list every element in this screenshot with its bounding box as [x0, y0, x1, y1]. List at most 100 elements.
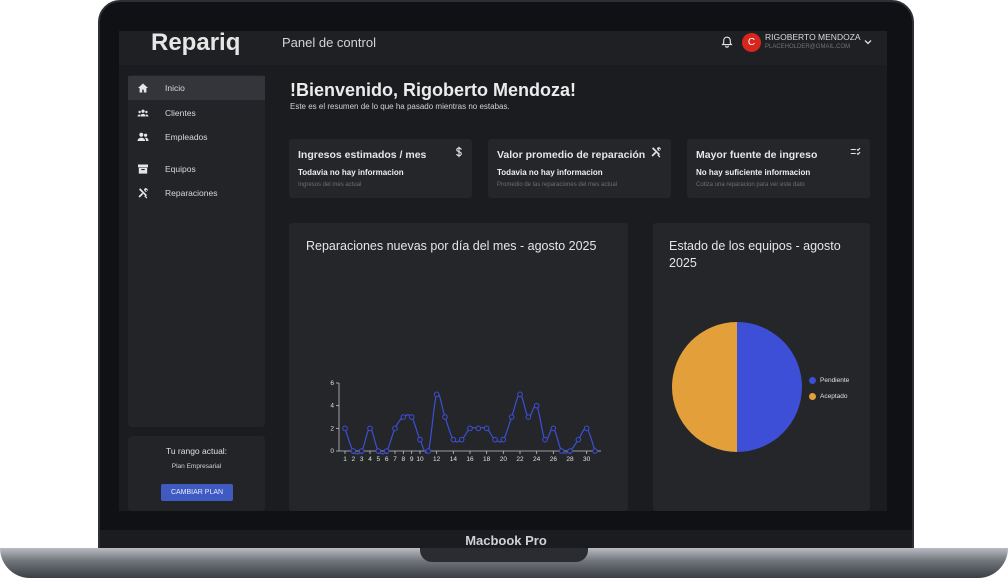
pie-slice-aceptado[interactable]: [672, 322, 737, 452]
legend-swatch-aceptado: [809, 393, 816, 400]
data-point[interactable]: [375, 448, 382, 454]
x-tick-label: 18: [483, 456, 491, 463]
card-value: Todavia no hay informacion: [497, 168, 603, 177]
pie-slice-pendiente[interactable]: [737, 322, 802, 452]
card-desc: Cotiza una reparacion para ver este dato: [696, 182, 805, 188]
employees-icon: [137, 132, 149, 141]
card-value: No hay suficiente informacion: [696, 168, 811, 177]
x-tick-label: 5: [377, 456, 381, 463]
user-name[interactable]: RIGOBERTO MENDOZA: [765, 32, 861, 42]
y-tick-label: 0: [330, 448, 334, 455]
y-tick-label: 2: [330, 425, 334, 432]
chevron-down-icon[interactable]: [863, 38, 873, 46]
avatar[interactable]: C: [742, 33, 761, 52]
legend-swatch-pendiente: [809, 377, 816, 384]
data-point[interactable]: [458, 436, 465, 443]
data-point[interactable]: [575, 436, 582, 443]
data-point[interactable]: [450, 436, 457, 443]
sidebar-item-label: Inicio: [165, 83, 185, 93]
data-point[interactable]: [542, 436, 548, 443]
card-ingresos[interactable]: Ingresos estimados / mes Todavia no hay …: [289, 139, 472, 198]
data-point[interactable]: [558, 448, 565, 454]
change-plan-button[interactable]: CAMBIAR PLAN: [161, 484, 233, 501]
sidebar: Inicio Clientes Empleados Equipos Repara…: [128, 75, 265, 427]
data-point[interactable]: [483, 425, 490, 432]
data-point[interactable]: [392, 425, 398, 432]
sidebar-item-empleados[interactable]: Empleados: [128, 125, 265, 149]
sidebar-item-label: Clientes: [165, 108, 196, 118]
card-desc: Promedio de las reparaciones del mes act…: [497, 182, 618, 188]
x-tick-label: 7: [393, 456, 397, 463]
data-point[interactable]: [550, 425, 557, 432]
tools-icon: [138, 188, 148, 199]
equipment-icon: [138, 164, 148, 174]
x-tick-label: 16: [466, 456, 474, 463]
bell-icon[interactable]: [721, 36, 733, 48]
data-point[interactable]: [592, 448, 598, 454]
data-point[interactable]: [417, 436, 423, 443]
card-title: Ingresos estimados / mes: [298, 149, 427, 161]
x-tick-label: 30: [583, 456, 591, 463]
data-point[interactable]: [433, 391, 440, 398]
top-bar: Repariq Panel de control C RIGOBERTO MEN…: [119, 31, 887, 65]
data-point[interactable]: [583, 425, 590, 432]
laptop-notch: [420, 548, 588, 562]
card-title: Mayor fuente de ingreso: [696, 149, 818, 161]
y-tick-label: 6: [330, 380, 334, 387]
sidebar-item-label: Reparaciones: [165, 188, 218, 198]
x-tick-label: 1: [343, 456, 347, 463]
data-point[interactable]: [400, 414, 407, 420]
x-tick-label: 9: [410, 456, 414, 463]
data-point[interactable]: [525, 414, 532, 420]
home-icon: [138, 83, 148, 93]
x-tick-label: 26: [550, 456, 558, 463]
data-point[interactable]: [567, 448, 573, 454]
x-tick-label: 8: [402, 456, 406, 463]
data-point[interactable]: [342, 425, 348, 432]
card-mayor-fuente[interactable]: Mayor fuente de ingreso No hay suficient…: [687, 139, 870, 198]
app-screen: Repariq Panel de control C RIGOBERTO MEN…: [119, 31, 887, 511]
data-point[interactable]: [358, 448, 365, 454]
sidebar-item-label: Equipos: [165, 164, 196, 174]
x-tick-label: 12: [433, 456, 441, 463]
brand-logo[interactable]: Repariq: [151, 31, 240, 55]
data-point[interactable]: [500, 436, 507, 443]
data-point[interactable]: [383, 448, 390, 454]
data-point[interactable]: [425, 448, 432, 454]
data-point[interactable]: [475, 425, 482, 432]
plan-name: Plan Empresarial: [171, 463, 222, 470]
user-email: PLACEHOLDER@GMAIL.COM: [765, 44, 851, 50]
data-point[interactable]: [492, 436, 498, 443]
sidebar-item-label: Empleados: [165, 132, 208, 142]
y-tick-label: 4: [330, 403, 334, 410]
x-tick-label: 20: [500, 456, 508, 463]
dollar-icon: [456, 146, 462, 158]
data-point[interactable]: [408, 414, 415, 420]
data-point[interactable]: [350, 448, 357, 454]
sidebar-item-equipos[interactable]: Equipos: [128, 157, 265, 181]
data-point[interactable]: [517, 391, 523, 398]
data-point[interactable]: [508, 414, 515, 420]
x-tick-label: 14: [450, 456, 458, 463]
legend-label-pendiente: Pendiente: [820, 377, 850, 384]
data-point[interactable]: [367, 425, 373, 432]
card-valor-promedio[interactable]: Valor promedio de reparación Todavia no …: [488, 139, 671, 198]
sidebar-item-reparaciones[interactable]: Reparaciones: [128, 181, 265, 205]
x-tick-label: 28: [566, 456, 574, 463]
x-tick-label: 2: [352, 456, 356, 463]
laptop-frame: Macbook Pro Repariq Panel de control C R…: [0, 0, 1008, 580]
legend-label-aceptado: Aceptado: [820, 393, 848, 400]
data-point[interactable]: [467, 425, 473, 432]
page-title: Panel de control: [282, 35, 376, 50]
sidebar-item-clientes[interactable]: Clientes: [128, 101, 265, 125]
pie-chart-panel: Estado de los equipos - agosto 2025 Pend…: [653, 223, 870, 511]
x-tick-label: 22: [516, 456, 524, 463]
sidebar-item-inicio[interactable]: Inicio: [128, 76, 265, 100]
data-point[interactable]: [442, 414, 448, 420]
line-series: [344, 392, 596, 455]
line-chart: 02461 2 3 4 5 6 7 8 9 10 12 14 16 18 20 22 24 26 28 30: [330, 380, 601, 463]
line-chart-panel: Reparaciones nuevas por día del mes - ag…: [289, 223, 628, 511]
tools-icon: [651, 147, 661, 158]
data-point[interactable]: [533, 402, 540, 409]
x-tick-label: 4: [368, 456, 372, 463]
